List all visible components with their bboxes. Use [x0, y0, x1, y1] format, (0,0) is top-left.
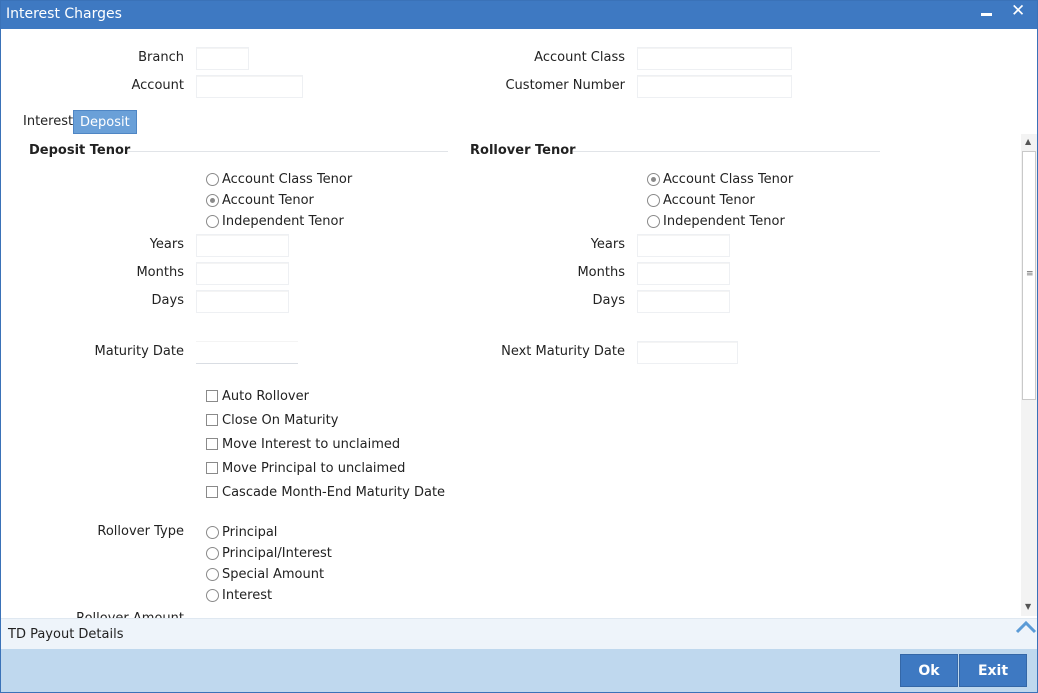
radio-label: Account Tenor	[222, 192, 314, 208]
rollover-months-label: Months	[577, 265, 625, 280]
radio-unselected-icon	[206, 525, 219, 539]
rollover-type-principal-interest-radio[interactable]: Principal/Interest	[206, 544, 332, 562]
scroll-up-arrow-icon[interactable]: ▲	[1025, 137, 1031, 146]
rollover-days-label: Days	[592, 293, 625, 308]
checkbox-label: Cascade Month-End Maturity Date	[222, 484, 446, 500]
rollover-years-label: Years	[590, 237, 625, 252]
customer-number-field[interactable]	[637, 75, 792, 98]
rollover-days-field[interactable]	[637, 290, 730, 313]
deposit-years-field[interactable]	[196, 234, 289, 257]
radio-unselected-icon	[206, 546, 219, 560]
checkbox-icon	[206, 462, 218, 474]
checkbox-icon	[206, 390, 218, 402]
deposit-tenor-divider	[128, 151, 448, 152]
minimize-icon[interactable]	[981, 13, 992, 16]
footer-bar: Ok Exit	[1, 649, 1037, 692]
rollover-months-field[interactable]	[637, 262, 730, 285]
deposit-days-field[interactable]	[196, 290, 289, 313]
deposit-months-field[interactable]	[196, 262, 289, 285]
close-icon[interactable]: ✕	[1011, 1, 1025, 21]
move-interest-unclaimed-checkbox[interactable]: Move Interest to unclaimed	[206, 435, 400, 453]
radio-unselected-icon	[206, 567, 219, 581]
td-payout-details-bar[interactable]: TD Payout Details	[1, 618, 1037, 649]
rollover-tenor-account-radio[interactable]: Account Tenor	[647, 191, 755, 209]
tab-interest[interactable]: Interest	[17, 110, 79, 134]
radio-selected-icon	[206, 193, 219, 207]
auto-rollover-checkbox[interactable]: Auto Rollover	[206, 387, 309, 405]
radio-unselected-icon	[647, 193, 660, 207]
checkbox-icon	[206, 414, 218, 426]
deposit-tenor-title: Deposit Tenor	[29, 143, 131, 158]
exit-button[interactable]: Exit	[959, 654, 1027, 687]
branch-label: Branch	[138, 50, 184, 65]
rollover-years-field[interactable]	[637, 234, 730, 257]
deposit-tenor-account-radio[interactable]: Account Tenor	[206, 191, 314, 209]
radio-label: Principal/Interest	[222, 545, 332, 561]
radio-unselected-icon	[206, 214, 219, 228]
radio-label: Independent Tenor	[222, 213, 344, 229]
radio-selected-icon	[647, 172, 660, 186]
deposit-months-label: Months	[136, 265, 184, 280]
rollover-type-principal-radio[interactable]: Principal	[206, 523, 277, 541]
vertical-scrollbar[interactable]: ▲ ≡ ▼	[1021, 134, 1037, 616]
radio-label: Principal	[222, 524, 278, 540]
tab-deposit[interactable]: Deposit	[73, 110, 137, 134]
checkbox-label: Close On Maturity	[222, 412, 339, 428]
scrollbar-grip-icon: ≡	[1026, 269, 1034, 279]
customer-number-label: Customer Number	[505, 78, 625, 93]
rollover-type-special-amount-radio[interactable]: Special Amount	[206, 565, 324, 583]
deposit-days-label: Days	[151, 293, 184, 308]
account-field[interactable]	[196, 75, 303, 98]
branch-field[interactable]	[196, 47, 249, 70]
radio-label: Account Tenor	[663, 192, 755, 208]
radio-label: Account Class Tenor	[663, 171, 794, 187]
scroll-down-arrow-icon[interactable]: ▼	[1025, 602, 1031, 611]
account-class-label: Account Class	[534, 50, 625, 65]
cascade-month-end-checkbox[interactable]: Cascade Month-End Maturity Date	[206, 483, 445, 501]
window-title: Interest Charges	[6, 6, 122, 22]
title-bar: Interest Charges ✕	[1, 1, 1037, 29]
rollover-type-label: Rollover Type	[97, 524, 184, 539]
rollover-tenor-divider	[573, 151, 880, 152]
maturity-date-field[interactable]	[196, 341, 298, 364]
move-principal-unclaimed-checkbox[interactable]: Move Principal to unclaimed	[206, 459, 405, 477]
interest-charges-window: Interest Charges ✕ Branch Account Accoun…	[0, 0, 1038, 693]
rollover-type-interest-radio[interactable]: Interest	[206, 586, 272, 604]
account-class-field[interactable]	[637, 47, 792, 70]
deposit-tenor-account-class-radio[interactable]: Account Class Tenor	[206, 170, 352, 188]
radio-label: Interest	[222, 587, 273, 603]
chevron-up-icon[interactable]	[1015, 619, 1037, 635]
radio-label: Account Class Tenor	[222, 171, 353, 187]
next-maturity-date-label: Next Maturity Date	[501, 344, 625, 359]
rollover-tenor-account-class-radio[interactable]: Account Class Tenor	[647, 170, 793, 188]
maturity-date-label: Maturity Date	[94, 344, 184, 359]
ok-button[interactable]: Ok	[900, 654, 958, 687]
rollover-tenor-independent-radio[interactable]: Independent Tenor	[647, 212, 785, 230]
radio-unselected-icon	[647, 214, 660, 228]
checkbox-label: Move Principal to unclaimed	[222, 460, 406, 476]
checkbox-icon	[206, 486, 218, 498]
checkbox-icon	[206, 438, 218, 450]
scrollbar-thumb[interactable]: ≡	[1022, 151, 1036, 400]
radio-unselected-icon	[206, 588, 219, 602]
next-maturity-date-field[interactable]	[637, 341, 738, 364]
deposit-tenor-independent-radio[interactable]: Independent Tenor	[206, 212, 344, 230]
close-on-maturity-checkbox[interactable]: Close On Maturity	[206, 411, 338, 429]
td-payout-details-label: TD Payout Details	[8, 627, 124, 642]
rollover-tenor-title: Rollover Tenor	[470, 143, 576, 158]
radio-label: Special Amount	[222, 566, 325, 582]
checkbox-label: Auto Rollover	[222, 388, 309, 404]
checkbox-label: Move Interest to unclaimed	[222, 436, 401, 452]
deposit-years-label: Years	[149, 237, 184, 252]
radio-label: Independent Tenor	[663, 213, 785, 229]
account-label: Account	[131, 78, 185, 93]
radio-unselected-icon	[206, 172, 219, 186]
